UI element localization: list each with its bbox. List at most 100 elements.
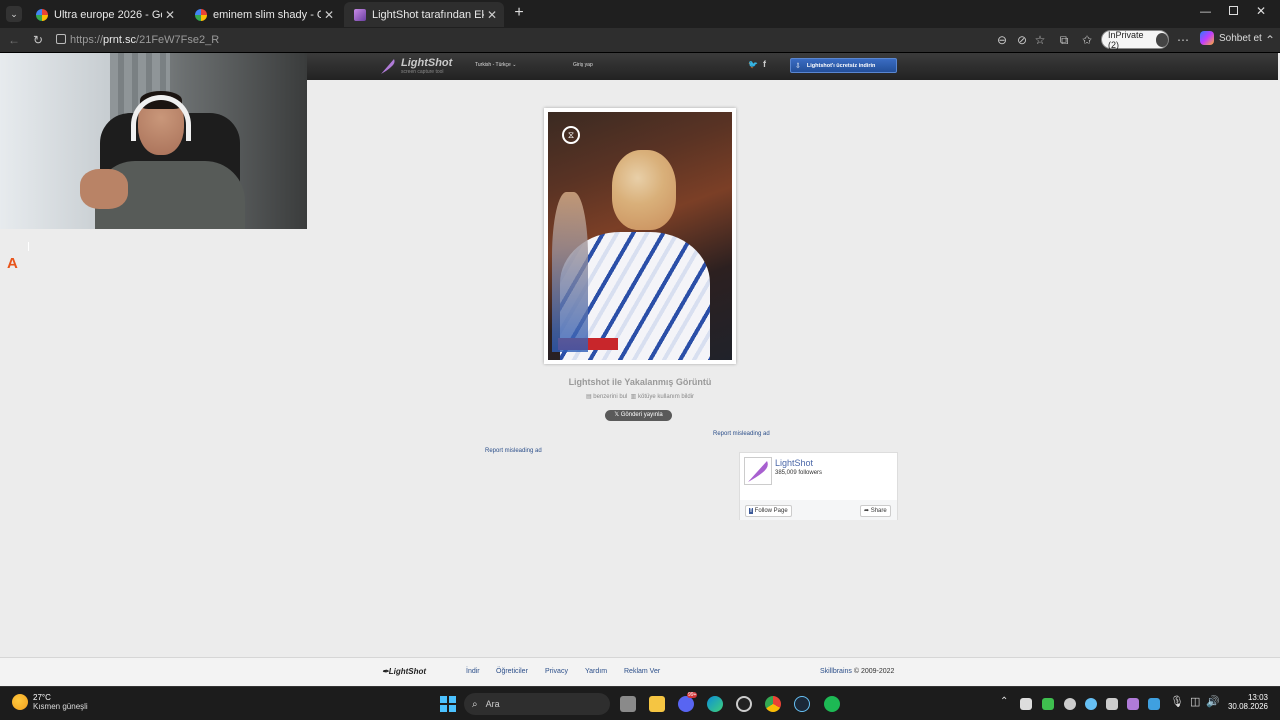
sun-cloud-icon [12,694,28,710]
find-similar-link[interactable]: benzerini bul [593,394,627,400]
address-bar[interactable]: https://prnt.sc/21FeW7Fse2_R [50,30,1090,50]
screenshot-frame: ⧖ [544,108,736,364]
weather-widget[interactable]: 27°C Kısmen güneşli [12,693,88,711]
close-tab-icon[interactable]: ✕ [321,8,337,22]
restore-icon[interactable] [1229,6,1238,15]
favorite-star-icon[interactable]: ☆ [1032,32,1048,48]
tray-overflow-icon[interactable]: ⌃ [1000,696,1008,707]
skillbrains-link[interactable]: Skillbrains [820,668,852,675]
report-ad-link-left[interactable]: Report misleading ad [485,448,542,454]
task-view-icon[interactable] [620,696,636,712]
tray-obs-icon[interactable] [1064,698,1076,710]
close-window-icon[interactable]: ✕ [1256,4,1266,18]
facebook-icon[interactable]: f [763,59,766,69]
fb-followers: 385,009 followers [775,470,823,476]
login-link[interactable]: Giriş yap [573,62,593,68]
tab-lightshot[interactable]: LightShot tarafından Ekran Görünt ✕ [344,2,504,27]
close-tab-icon[interactable]: ✕ [484,8,500,22]
tab-ultra-europe[interactable]: Ultra europe 2026 - Google'da Ara ✕ [26,2,182,27]
twitter-icon[interactable]: 🐦 [748,60,758,69]
zoom-icon[interactable]: ⊖ [994,32,1010,48]
tab-eminem[interactable]: eminem slim shady - Google'da Ara ✕ [185,2,341,27]
windows-taskbar: 27°C Kısmen güneşli ⌕ Ara 99+ ⌃ 🎙 ◫ 🔊 13… [0,686,1280,720]
minimize-icon[interactable]: — [1200,6,1211,18]
chrome-icon[interactable] [765,696,781,712]
lightshot-logo[interactable]: LightShot screen capture tool [379,57,452,75]
inprivate-label: InPrivate (2) [1108,29,1144,50]
footer-link-download[interactable]: İndir [466,668,480,675]
clock[interactable]: 13:03 30.08.2026 [1226,693,1268,711]
chevron-down-icon: ⌄ [512,62,517,68]
new-tab-icon[interactable]: + [511,5,527,21]
post-button[interactable]: 𝕏 Gönderi yayınla [605,410,672,421]
notification-badge: 99+ [687,692,698,698]
tracking-prevention-icon[interactable]: ⊘ [1014,32,1030,48]
download-button[interactable]: ⇩ Lightshot'ı ücretsiz indirin [790,58,897,73]
close-tab-icon[interactable]: ✕ [162,8,178,22]
tray-lightshot-icon[interactable] [1127,698,1139,710]
tab-list-chevron-icon[interactable]: ⌄ [6,6,22,22]
extensions-icon[interactable]: ⧉ [1056,32,1072,48]
footer-link-privacy[interactable]: Privacy [545,668,568,675]
sidebar-collapse-icon[interactable]: ⌃ [1262,32,1278,48]
image-actions: ▤ benzerini bul ▥ kötüye kullanım bildir [0,393,1280,400]
share-icon: ➦ [864,508,870,514]
language-label: Turkish - Türkçe [475,62,511,68]
page-info-icon[interactable] [56,34,66,44]
avatar [1155,32,1168,47]
x-icon: 𝕏 [614,412,620,418]
language-select[interactable]: Turkish - Türkçe ⌄ [475,62,516,68]
report-ad-link-right[interactable]: Report misleading ad [713,431,770,437]
wifi-icon[interactable]: ◫ [1190,695,1200,708]
post-label: Gönderi yayınla [620,412,663,418]
facebook-page-widget: LightShot 385,009 followers f Follow Pag… [739,452,898,520]
file-explorer-icon[interactable] [649,696,665,712]
copilot-chat-button[interactable]: Sohbet et [1200,31,1262,45]
feather-logo-icon [381,59,395,74]
fb-page-name[interactable]: LightShot [775,458,813,468]
start-button[interactable] [440,696,456,712]
footer-link-tutorials[interactable]: Öğreticiler [496,668,528,675]
tray-play-icon[interactable] [1042,698,1054,710]
tray-app-icon[interactable] [1020,698,1032,710]
report-abuse-icon: ▥ [630,394,637,400]
logo-text: LightShot [401,57,453,69]
fb-follow-label: Follow Page [754,508,788,514]
download-label: Lightshot'ı ücretsiz indirin [806,62,876,69]
fb-share-button[interactable]: ➦ Share [860,505,891,517]
screenshot-image[interactable]: ⧖ [548,112,732,360]
footer-link-help[interactable]: Yardım [585,668,607,675]
footer-logo-text: LightShot [388,667,427,676]
tray-network-app-icon[interactable] [1148,698,1160,710]
text-cursor [28,242,29,251]
search-icon: ⌕ [472,698,478,710]
tab-title: Ultra europe 2026 - Google'da Ara [54,8,162,21]
tray-nvidia-icon[interactable] [1106,698,1118,710]
search-box[interactable]: ⌕ Ara [464,693,610,715]
spotify-icon[interactable] [824,696,840,712]
feather-logo-icon [748,461,768,482]
inprivate-button[interactable]: InPrivate (2) [1101,29,1169,50]
copilot-icon [1200,31,1214,45]
fb-page-avatar[interactable] [744,457,772,485]
time: 13:03 [1247,693,1268,702]
report-abuse-link[interactable]: kötüye kullanım bildir [638,394,694,400]
refresh-icon[interactable]: ↻ [30,32,46,48]
obs-icon[interactable] [736,696,752,712]
discord-icon[interactable] [678,696,694,712]
volume-icon[interactable]: 🔊 [1206,695,1220,708]
edge-icon[interactable] [707,696,723,712]
search-placeholder: Ara [485,699,500,709]
chat-label: Sohbet et [1219,32,1262,44]
back-arrow-icon[interactable]: ← [6,32,22,48]
player-head [612,150,676,230]
fb-follow-button[interactable]: f Follow Page [745,505,792,517]
fb-share-label: Share [870,508,887,514]
microphone-icon[interactable]: 🎙 [1170,695,1184,708]
footer-logo[interactable]: ✒LightShot [382,667,426,676]
steam-icon[interactable] [794,696,810,712]
footer-link-advertise[interactable]: Reklam Ver [624,668,660,675]
favorites-icon[interactable]: ✩ [1079,32,1095,48]
tray-steam-icon[interactable] [1085,698,1097,710]
more-options-icon[interactable]: ⋯ [1175,32,1191,48]
